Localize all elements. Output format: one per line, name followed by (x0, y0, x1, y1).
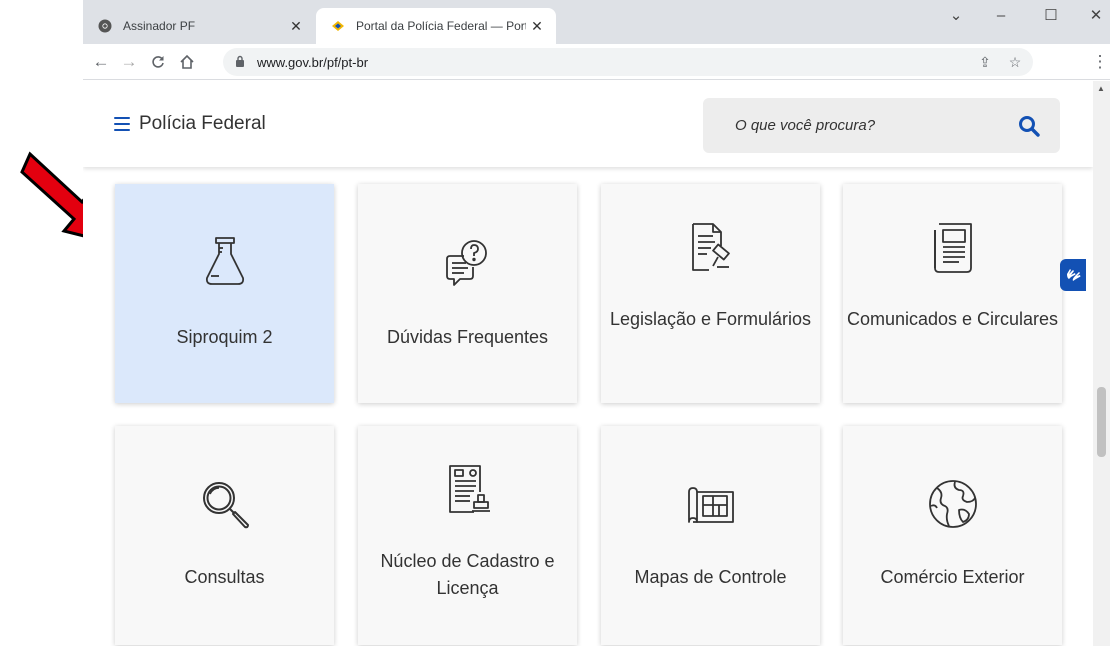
tab-search-chevron-icon[interactable]: ⌄ (941, 6, 971, 26)
minimize-icon[interactable]: – (986, 6, 1016, 26)
tab-strip: Assinador PF ✕ Portal da Polícia Federal… (83, 0, 1110, 44)
reload-icon[interactable] (146, 50, 170, 74)
card-label: Comércio Exterior (880, 567, 1025, 587)
maximize-icon[interactable]: ☐ (1036, 6, 1066, 26)
hamburger-menu-icon[interactable] (114, 117, 130, 131)
card-consultas[interactable]: Consultas (115, 426, 334, 645)
card-label: Núcleo de Cadastro e Licença (380, 551, 555, 598)
card-legislacao-formularios[interactable]: Legislação e Formulários (601, 184, 820, 403)
card-label: Siproquim 2 (176, 327, 273, 347)
sign-language-hands-icon (1067, 269, 1081, 281)
globe-icon (929, 480, 977, 528)
card-label: Legislação e Formulários (609, 309, 812, 329)
card-label: Consultas (184, 567, 265, 587)
tab-portal-pf[interactable]: Portal da Polícia Federal — Portu ✕ (316, 8, 556, 44)
share-icon[interactable]: ⇪ (973, 48, 997, 76)
tab-assinador[interactable]: Assinador PF ✕ (83, 8, 315, 44)
faq-chat-icon (446, 240, 487, 286)
registry-stamp-icon (449, 465, 490, 513)
card-label: Mapas de Controle (634, 567, 787, 587)
card-comunicados-circulares[interactable]: Comunicados e Circulares (843, 184, 1062, 403)
govbr-favicon-icon (330, 18, 346, 34)
newspaper-icon (934, 223, 972, 273)
tab-title: Assinador PF (123, 19, 196, 33)
card-label: Dúvidas Frequentes (386, 327, 549, 347)
page-scrollbar[interactable]: ▲ (1093, 81, 1110, 646)
card-nucleo-cadastro[interactable]: Núcleo de Cadastro e Licença (358, 426, 577, 645)
flask-icon (205, 237, 245, 285)
close-window-icon[interactable]: ✕ (1081, 6, 1110, 26)
vlibras-accessibility-button[interactable] (1060, 259, 1086, 291)
lock-icon (235, 55, 249, 70)
scrollbar-thumb[interactable] (1097, 387, 1106, 457)
card-siproquim[interactable]: Siproquim 2 (115, 184, 334, 403)
address-bar[interactable]: www.gov.br/pf/pt-br ⇪ ☆ (223, 48, 1033, 76)
card-mapas-controle[interactable]: Mapas de Controle (601, 426, 820, 645)
search-input[interactable] (703, 98, 1003, 153)
forward-icon[interactable]: → (117, 50, 141, 74)
tab-close-icon[interactable]: ✕ (285, 18, 307, 35)
chrome-favicon-icon (97, 18, 113, 34)
back-icon[interactable]: ← (89, 50, 113, 74)
card-duvidas-frequentes[interactable]: Dúvidas Frequentes (358, 184, 577, 403)
search-icon[interactable] (1018, 115, 1040, 137)
scroll-up-arrow-icon[interactable]: ▲ (1097, 84, 1105, 93)
browser-window: Assinador PF ✕ Portal da Polícia Federal… (83, 0, 1110, 646)
card-label: Comunicados e Circulares (846, 309, 1059, 329)
browser-toolbar: ← → www.gov.br/pf/pt-br ⇪ ☆ ⋮ (83, 44, 1110, 80)
url-text: www.gov.br/pf/pt-br (257, 54, 369, 70)
bookmark-star-icon[interactable]: ☆ (1003, 48, 1027, 76)
page-content: Polícia Federal Siproquim 2 (83, 81, 1110, 646)
site-title[interactable]: Polícia Federal (139, 113, 266, 135)
tab-close-icon[interactable]: ✕ (526, 18, 548, 35)
magnifier-icon (203, 482, 249, 529)
tab-title: Portal da Polícia Federal — Portu (356, 19, 526, 33)
chrome-menu-icon[interactable]: ⋮ (1088, 50, 1110, 74)
document-gavel-icon (692, 223, 730, 271)
site-header: Polícia Federal (83, 81, 1093, 167)
card-comercio-exterior[interactable]: Comércio Exterior (843, 426, 1062, 645)
home-icon[interactable] (175, 50, 199, 74)
map-plan-icon (688, 487, 734, 523)
search-box (703, 98, 1060, 153)
